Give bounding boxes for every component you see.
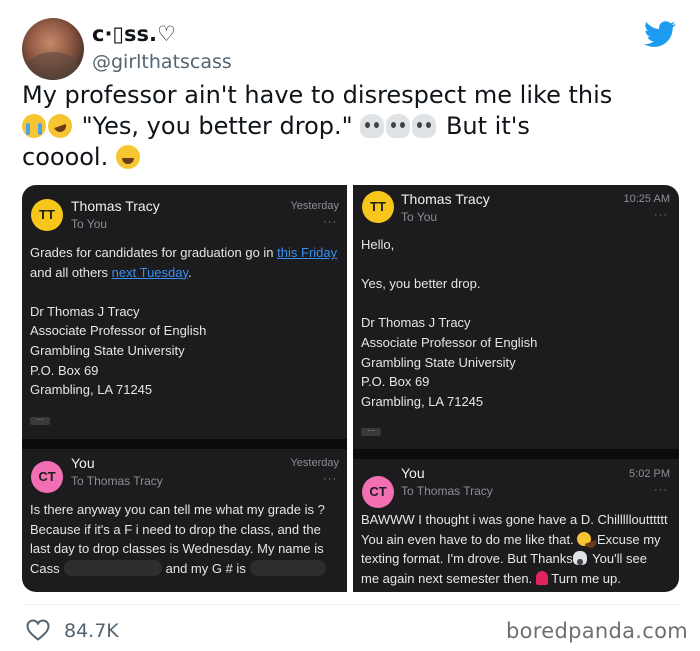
tweet-footer: 84.7K boredpanda.com: [22, 604, 688, 649]
divider: [353, 449, 679, 459]
email-body: BAWWW I thought i was gone have a D. Chi…: [361, 510, 677, 588]
tweet-header: c·▯ss.♡ @girlthatscass: [22, 14, 682, 84]
email-sender: You: [401, 465, 425, 481]
body-text: Cass: [30, 560, 60, 576]
email-message: CT You To Thomas Tracy Yesterday ··· Is …: [22, 449, 347, 592]
email-body: Hello, Yes, you better drop. Dr Thomas J…: [361, 235, 673, 439]
more-options-icon[interactable]: ···: [323, 473, 337, 485]
joy-emoji-icon: [115, 145, 140, 169]
body-text: me again next semester then.: [361, 570, 533, 586]
email-recipient: To Thomas Tracy: [71, 474, 163, 488]
signature-line: P.O. Box 69: [361, 374, 430, 390]
signature-line: Dr Thomas J Tracy: [361, 315, 471, 331]
tweet-quote: "Yes, you better drop.": [81, 112, 353, 140]
email-body: Grades for candidates for graduation go …: [30, 243, 342, 427]
skull-emoji-icon: [572, 551, 587, 566]
body-text: last day to drop classes is Wednesday. M…: [30, 541, 324, 557]
email-recipient: To You: [401, 210, 438, 224]
more-options-icon[interactable]: ···: [654, 484, 668, 496]
body-text: Excuse my: [596, 531, 661, 547]
email-message: TT Thomas Tracy To You Yesterday ··· Gra…: [22, 185, 347, 439]
tweet-text: My professor ain't have to disrespect me…: [22, 80, 682, 173]
email-recipient: To Thomas Tracy: [401, 484, 493, 498]
avatar: CT: [362, 476, 394, 508]
email-time: Yesterday: [290, 200, 339, 212]
email-sender: You: [71, 455, 95, 471]
body-text: Grades for candidates for graduation go …: [30, 245, 278, 260]
skull-emoji-icon: [360, 114, 385, 138]
body-text: and my G # is: [165, 560, 246, 576]
date-link[interactable]: next Tuesday: [112, 265, 188, 280]
greeting: Hello,: [361, 237, 395, 252]
avatar: TT: [362, 191, 394, 223]
sob-emoji-icon: [22, 114, 46, 138]
show-quoted-button[interactable]: ···: [30, 415, 50, 425]
date-link[interactable]: this Friday: [277, 245, 337, 260]
body-text: and all others: [30, 264, 112, 280]
body-text: BAWWW I thought i was gone have a D. Chi…: [361, 512, 668, 527]
email-message: TT Thomas Tracy To You 10:25 AM ··· Hell…: [353, 185, 679, 449]
signature-line: Dr Thomas J Tracy: [30, 303, 140, 319]
rofl-emoji-icon: [44, 110, 76, 142]
email-time: 10:25 AM: [623, 193, 670, 205]
signature-line: Grambling State University: [361, 354, 516, 370]
divider: [22, 439, 347, 449]
email-sender: Thomas Tracy: [71, 198, 160, 214]
email-time: 5:02 PM: [629, 468, 670, 480]
watermark: boredpanda.com: [506, 619, 689, 643]
avatar: CT: [31, 461, 63, 493]
tweet-line-2-end: But it's: [445, 112, 530, 140]
dancer-emoji-icon: [535, 570, 548, 585]
heart-icon[interactable]: [26, 619, 50, 641]
email-sender: Thomas Tracy: [401, 191, 490, 207]
signature-line: Grambling, LA 71245: [361, 393, 484, 409]
body-text: Is there anyway you can tell me what my …: [30, 502, 325, 517]
skull-emoji-icon: [386, 114, 411, 138]
email-message: CT You To Thomas Tracy 5:02 PM ··· BAWWW…: [353, 459, 679, 592]
redacted-name: [63, 559, 162, 576]
skull-emoji-icon: [412, 114, 437, 138]
signature-line: P.O. Box 69: [30, 362, 99, 378]
email-time: Yesterday: [290, 457, 339, 469]
body-text: You'll see: [592, 551, 647, 567]
user-handle[interactable]: @girlthatscass: [92, 51, 232, 73]
email-screenshot-right: TT Thomas Tracy To You 10:25 AM ··· Hell…: [353, 185, 679, 592]
avatar: TT: [31, 199, 63, 231]
rofl-emoji-icon: [575, 529, 594, 548]
avatar[interactable]: [22, 18, 84, 80]
signature-line: Associate Professor of English: [30, 323, 207, 339]
signature-line: Associate Professor of English: [361, 334, 538, 350]
more-options-icon[interactable]: ···: [654, 209, 668, 221]
tweet-line-3: cooool.: [22, 143, 109, 171]
body-text: Because if it's a F i need to drop the c…: [30, 521, 321, 537]
more-options-icon[interactable]: ···: [323, 216, 337, 228]
display-name[interactable]: c·▯ss.♡: [92, 22, 176, 46]
redacted-id: [249, 559, 326, 576]
show-quoted-button[interactable]: ···: [361, 427, 381, 437]
email-body: Is there anyway you can tell me what my …: [30, 500, 345, 578]
signature-line: Grambling State University: [30, 342, 185, 358]
body-text: You ain even have to do me like that.: [361, 531, 574, 547]
body-text: Turn me up.: [551, 570, 621, 586]
email-recipient: To You: [71, 217, 108, 231]
email-screenshot-left: TT Thomas Tracy To You Yesterday ··· Gra…: [22, 185, 347, 592]
signature-line: Grambling, LA 71245: [30, 382, 153, 398]
like-count[interactable]: 84.7K: [64, 620, 119, 642]
tweet-line-1: My professor ain't have to disrespect me…: [22, 81, 613, 109]
body-text: Yes, you better drop.: [361, 276, 481, 292]
tweet-media[interactable]: TT Thomas Tracy To You Yesterday ··· Gra…: [22, 185, 679, 592]
body-text: .: [188, 264, 192, 280]
body-text: texting format. I'm drove. But Thanks: [361, 551, 573, 567]
twitter-bird-icon: [644, 21, 676, 47]
